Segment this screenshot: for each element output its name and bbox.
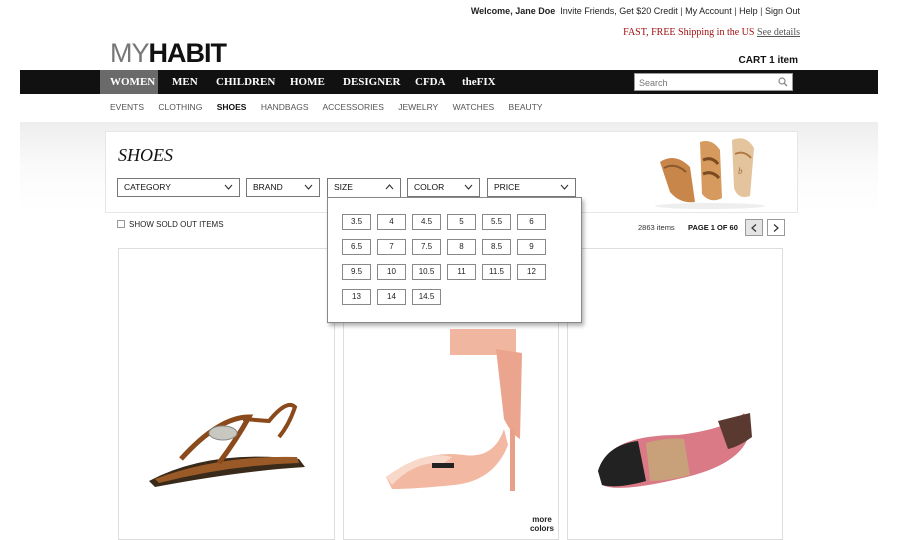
nav-designer[interactable]: DESIGNER [343, 70, 400, 94]
category-subnav: EVENTS CLOTHING SHOES HANDBAGS ACCESSORI… [110, 102, 555, 112]
utility-bar: Welcome, Jane Doe Invite Friends, Get $2… [470, 6, 800, 16]
subnav-watches[interactable]: WATCHES [453, 102, 495, 112]
size-option[interactable]: 3.5 [342, 214, 371, 230]
size-option[interactable]: 10.5 [412, 264, 441, 280]
size-option[interactable]: 11 [447, 264, 476, 280]
size-option[interactable]: 9 [517, 239, 546, 255]
size-option[interactable]: 14 [377, 289, 406, 305]
chevron-right-icon [773, 224, 779, 232]
product-image-flat [598, 413, 752, 488]
shipping-text: FAST, FREE Shipping in the US [623, 27, 757, 38]
size-option[interactable]: 13 [342, 289, 371, 305]
size-option[interactable]: 5 [447, 214, 476, 230]
next-page-button[interactable] [767, 219, 785, 236]
show-sold-out-toggle[interactable]: SHOW SOLD OUT ITEMS [117, 220, 224, 229]
search-input[interactable] [639, 76, 769, 89]
nav-home[interactable]: HOME [290, 70, 325, 94]
shipping-banner: FAST, FREE Shipping in the US See detail… [623, 27, 800, 38]
promo-sandals-image: b [655, 138, 765, 209]
subnav-beauty[interactable]: BEAUTY [509, 102, 543, 112]
color-filter[interactable]: COLOR [407, 178, 480, 197]
product-card[interactable] [567, 248, 783, 540]
subnav-shoes[interactable]: SHOES [217, 102, 247, 112]
svg-text:b: b [738, 166, 743, 176]
category-filter[interactable]: CATEGORY [117, 178, 240, 197]
product-card[interactable] [118, 248, 335, 540]
page-title: SHOES [118, 145, 173, 165]
more-colors-label[interactable]: more colors [530, 515, 554, 533]
cart-link[interactable]: CART 1 item [739, 55, 798, 66]
size-option[interactable]: 7.5 [412, 239, 441, 255]
nav-thefix[interactable]: theFIX [462, 70, 496, 94]
size-filter[interactable]: SIZE [327, 178, 401, 198]
size-option[interactable]: 12 [517, 264, 546, 280]
page-indicator: PAGE 1 OF 60 [688, 223, 738, 232]
nav-cfda[interactable]: CFDA [415, 70, 446, 94]
prev-page-button[interactable] [745, 219, 763, 236]
price-filter[interactable]: PRICE [487, 178, 576, 197]
subnav-events[interactable]: EVENTS [110, 102, 144, 112]
sign-out-link[interactable]: Sign Out [765, 6, 800, 16]
nav-men[interactable]: MEN [172, 70, 198, 94]
size-option[interactable]: 7 [377, 239, 406, 255]
chevron-down-icon [464, 184, 473, 190]
chevron-down-icon [224, 184, 233, 190]
brand-filter[interactable]: BRAND [246, 178, 320, 197]
invite-friends-link[interactable]: Invite Friends, Get $20 Credit [560, 6, 678, 16]
nav-women[interactable]: WOMEN [100, 70, 158, 94]
nav-children[interactable]: CHILDREN [216, 70, 275, 94]
product-image-sandal [149, 402, 305, 487]
myhabit-logo[interactable]: MYHABIT [110, 40, 227, 67]
chevron-left-icon [751, 224, 757, 232]
subnav-handbags[interactable]: HANDBAGS [261, 102, 309, 112]
chevron-up-icon [385, 184, 394, 190]
search-icon[interactable] [778, 77, 788, 87]
help-link[interactable]: Help [739, 6, 758, 16]
search-box [634, 73, 793, 91]
subnav-clothing[interactable]: CLOTHING [158, 102, 202, 112]
my-account-link[interactable]: My Account [685, 6, 732, 16]
main-nav: WOMEN MEN CHILDREN HOME DESIGNER CFDA th… [20, 70, 878, 94]
size-option[interactable]: 14.5 [412, 289, 441, 305]
size-option[interactable]: 4 [377, 214, 406, 230]
welcome-text: Welcome, Jane Doe [470, 6, 556, 16]
size-option[interactable]: 8 [447, 239, 476, 255]
sold-out-checkbox[interactable] [117, 220, 125, 228]
chevron-down-icon [560, 184, 569, 190]
size-option[interactable]: 11.5 [482, 264, 511, 280]
size-dropdown-panel: 3.5 4 4.5 5 5.5 6 6.5 7 7.5 8 8.5 9 9.5 … [327, 197, 582, 323]
sold-out-label: SHOW SOLD OUT ITEMS [129, 220, 224, 229]
size-option[interactable]: 6.5 [342, 239, 371, 255]
size-option[interactable]: 5.5 [482, 214, 511, 230]
size-option[interactable]: 8.5 [482, 239, 511, 255]
item-count: 2863 items [638, 223, 675, 232]
size-option[interactable]: 10 [377, 264, 406, 280]
chevron-down-icon [304, 184, 313, 190]
see-details-link[interactable]: See details [757, 27, 800, 38]
subnav-accessories[interactable]: ACCESSORIES [322, 102, 383, 112]
size-option[interactable]: 4.5 [412, 214, 441, 230]
subnav-jewelry[interactable]: JEWELRY [398, 102, 438, 112]
size-option[interactable]: 6 [517, 214, 546, 230]
size-option[interactable]: 9.5 [342, 264, 371, 280]
